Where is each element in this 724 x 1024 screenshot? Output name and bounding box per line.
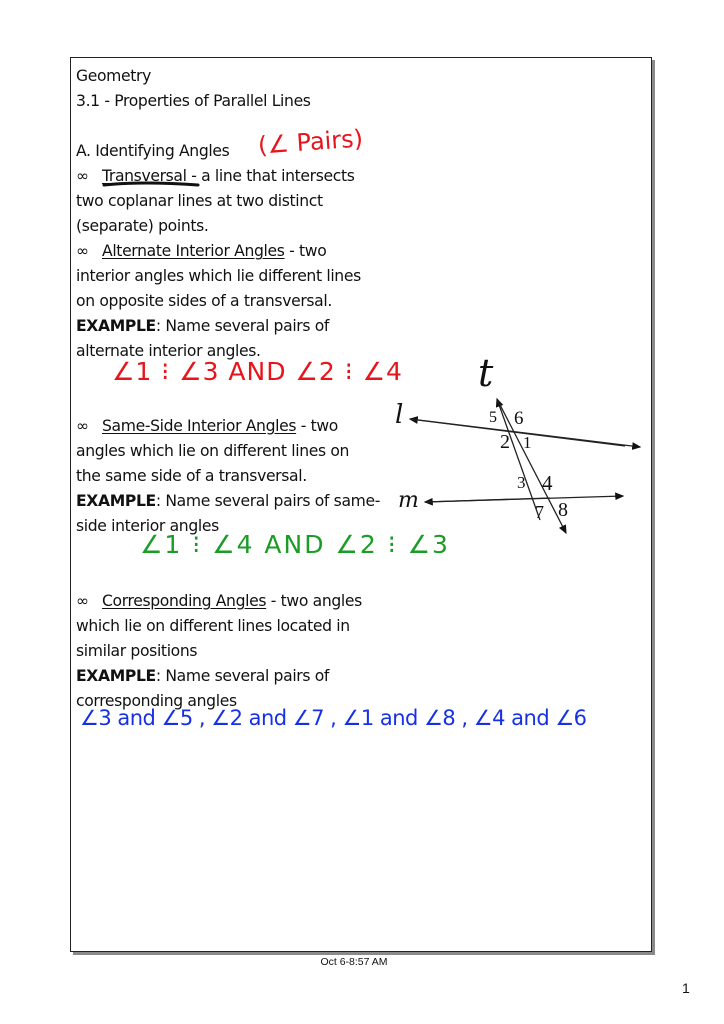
definition-line: the same side of a transversal.	[76, 467, 307, 485]
definition-line: angles which lie on different lines on	[76, 442, 350, 460]
page-number: 1	[682, 980, 690, 996]
infinity-bullet-icon: ∞	[76, 417, 89, 435]
term-name: Corresponding Angles	[102, 592, 267, 610]
handwritten-alternate-interior-answer: ∠1 ⁝ ∠3 AND ∠2 ⁝ ∠4	[112, 357, 403, 386]
definition-line: (separate) points.	[76, 217, 209, 235]
infinity-bullet-icon: ∞	[76, 242, 89, 260]
angle-label-8: 8	[558, 499, 568, 521]
angle-label-6: 6	[514, 408, 524, 429]
example-prompt: EXAMPLE: Name several pairs of same-	[76, 492, 381, 510]
label-m: m	[398, 488, 419, 513]
label-l: l	[395, 400, 403, 430]
example-prompt: EXAMPLE: Name several pairs of	[76, 317, 330, 335]
line-m-right-ray	[424, 492, 625, 503]
term-same-side-interior: ∞ Same-Side Interior Angles - two	[76, 414, 406, 439]
lesson-text: Geometry 3.1 - Properties of Parallel Li…	[76, 64, 406, 714]
lesson-title: 3.1 - Properties of Parallel Lines	[76, 92, 311, 110]
infinity-bullet-icon: ∞	[76, 592, 89, 610]
parallel-lines-diagram: t l m 5 6 2 1 3 4 7 8	[395, 351, 642, 535]
definition-line: interior angles which lie different line…	[76, 267, 361, 285]
transversal-ink-underline	[102, 181, 200, 187]
definition-line: on opposite sides of a transversal.	[76, 292, 332, 310]
term-name: Alternate Interior Angles	[102, 242, 285, 260]
angle-label-2: 2	[500, 431, 510, 453]
angle-label-5: 5	[489, 409, 497, 426]
angle-label-3: 3	[517, 473, 526, 492]
label-t: t	[478, 351, 494, 395]
handwritten-corresponding-answer: ∠3 and ∠5 , ∠2 and ∠7 , ∠1 and ∠8 , ∠4 a…	[80, 706, 587, 730]
term-corresponding: ∞ Corresponding Angles - two angles	[76, 589, 406, 614]
transversal-t-lower-ray	[496, 398, 567, 535]
definition-line: which lie on different lines located in	[76, 617, 350, 635]
angle-label-1: 1	[523, 433, 532, 452]
infinity-bullet-icon: ∞	[76, 167, 89, 185]
term-name: Same-Side Interior Angles	[102, 417, 297, 435]
definition-line: two coplanar lines at two distinct	[76, 192, 323, 210]
definition-line: similar positions	[76, 642, 198, 660]
subject-heading: Geometry	[76, 67, 151, 85]
angle-label-4: 4	[542, 471, 553, 495]
example-prompt: EXAMPLE: Name several pairs of	[76, 667, 330, 685]
page-timestamp: Oct 6-8:57 AM	[320, 956, 388, 968]
angle-label-7: 7	[535, 502, 544, 522]
term-alternate-interior: ∞ Alternate Interior Angles - two	[76, 239, 406, 264]
